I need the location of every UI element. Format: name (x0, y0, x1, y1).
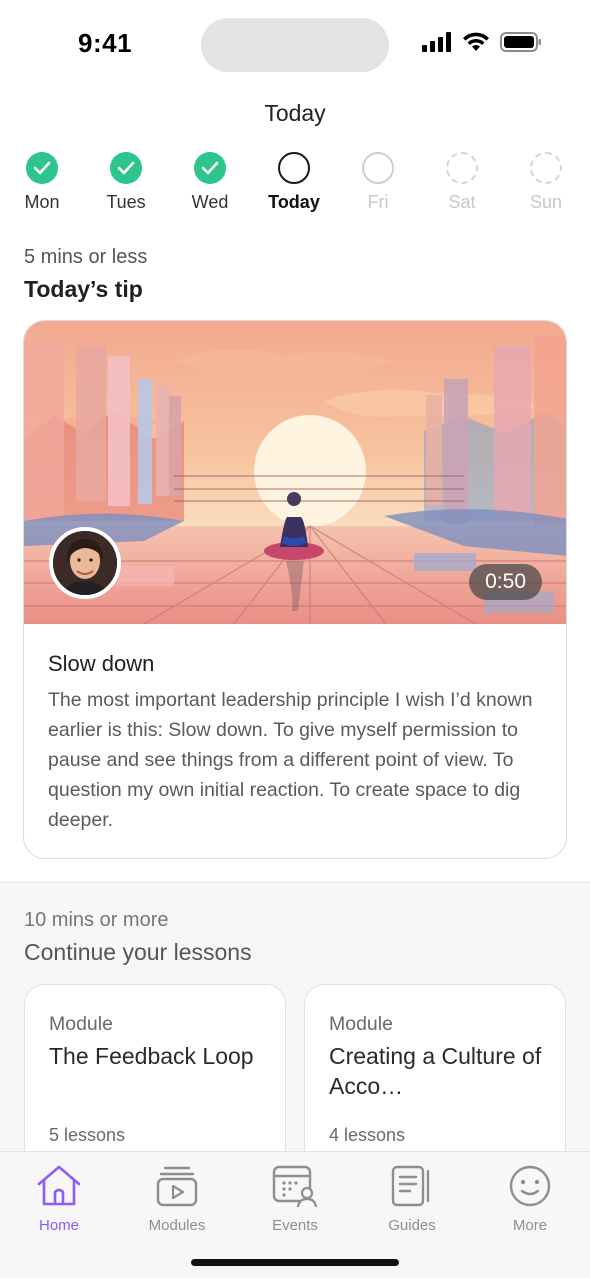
author-portrait (53, 531, 117, 595)
status-time: 9:41 (78, 28, 133, 58)
tip-card[interactable]: 0:50 Slow down The most important leader… (23, 320, 567, 859)
day-tues[interactable]: Tues (84, 152, 168, 213)
day-label: Sun (529, 192, 563, 212)
day-label: Wed (191, 192, 229, 212)
wifi-icon (463, 32, 489, 51)
dynamic-island (201, 18, 389, 72)
module-name: Creating a Culture of Acco… (329, 1043, 542, 1099)
module-card[interactable]: Module Creating a Culture of Acco… 4 les… (304, 984, 566, 1174)
tab-more[interactable]: More (480, 1162, 580, 1234)
tip-title: Slow down (48, 651, 155, 676)
author-avatar (49, 527, 121, 599)
day-check-circle (26, 152, 58, 184)
lessons-section-title: Continue your lessons (24, 939, 252, 965)
home-icon (34, 1162, 84, 1210)
day-check-circle (194, 152, 226, 184)
status-icons (422, 32, 542, 52)
signal-icon (422, 32, 451, 52)
week-progress: Mon Tues Wed Today Fri Sat Sun (0, 152, 590, 218)
checkmark-icon (117, 161, 135, 175)
day-label: Fri (367, 192, 389, 212)
day-circle-empty (362, 152, 394, 184)
tab-home[interactable]: Home (9, 1162, 109, 1234)
module-lesson-count: 4 lessons (329, 1125, 406, 1145)
tab-guides[interactable]: Guides (362, 1162, 462, 1234)
day-sun: Sun (504, 152, 588, 213)
more-icon (505, 1162, 555, 1210)
tab-label: Guides (388, 1217, 436, 1234)
guides-icon (387, 1162, 437, 1210)
tab-label: Home (38, 1217, 79, 1234)
page-title: Today (264, 100, 326, 126)
events-icon (270, 1162, 320, 1210)
battery-icon (500, 32, 541, 52)
tip-kicker: 5 mins or less (24, 246, 148, 268)
checkmark-icon (33, 161, 51, 175)
tip-body: The most important leadership principle … (48, 689, 533, 831)
day-today[interactable]: Today (252, 152, 336, 213)
tab-label: Modules (148, 1217, 206, 1234)
module-lesson-count: 5 lessons (49, 1125, 126, 1145)
module-kicker: Module (49, 1013, 113, 1035)
day-sat: Sat (420, 152, 504, 213)
status-bar: 9:41 (0, 0, 590, 90)
tab-events[interactable]: Events (245, 1162, 345, 1234)
duration-badge: 0:50 (469, 564, 542, 600)
module-name: The Feedback Loop (49, 1043, 254, 1069)
lessons-kicker: 10 mins or more (24, 909, 169, 931)
tip-section-title: Today’s tip (24, 276, 143, 302)
day-circle-dashed (530, 152, 562, 184)
tab-label: Events (272, 1217, 318, 1234)
day-circle-today (278, 152, 310, 184)
day-wed[interactable]: Wed (168, 152, 252, 213)
tab-modules[interactable]: Modules (127, 1162, 227, 1234)
module-kicker: Module (329, 1013, 393, 1035)
modules-icon (152, 1162, 202, 1210)
day-circle-dashed (446, 152, 478, 184)
tab-label: More (512, 1217, 548, 1234)
day-mon[interactable]: Mon (0, 152, 84, 213)
day-label: Sat (448, 192, 476, 212)
checkmark-icon (201, 161, 219, 175)
home-indicator (191, 1259, 399, 1266)
day-fri: Fri (336, 152, 420, 213)
module-card[interactable]: Module The Feedback Loop 5 lessons (24, 984, 286, 1174)
day-label: Tues (106, 192, 146, 212)
day-label: Today (268, 192, 320, 212)
day-label: Mon (24, 192, 60, 212)
day-check-circle (110, 152, 142, 184)
